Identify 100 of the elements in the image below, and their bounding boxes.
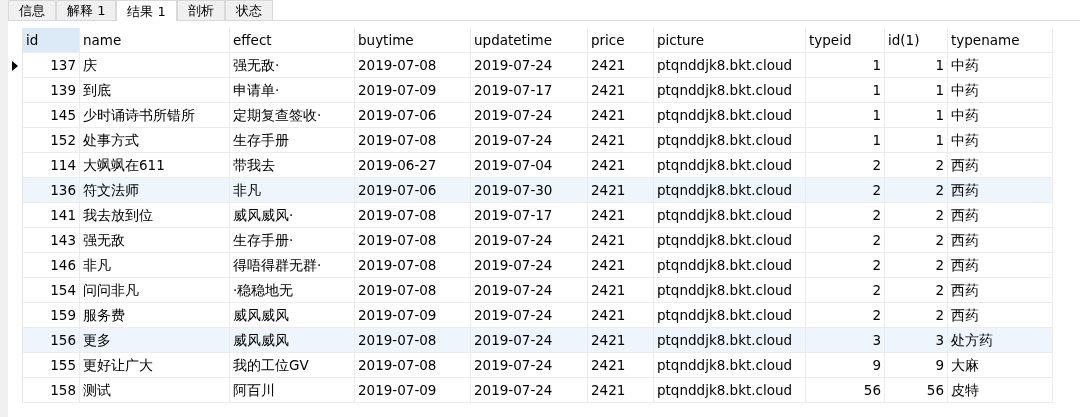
table-cell: ptqnddjk8.bkt.cloud: [654, 128, 806, 153]
table-cell: 强无敌: [80, 228, 230, 253]
table-cell: 2019-07-08: [355, 278, 471, 303]
table-cell: 中药: [948, 128, 1053, 153]
column-header[interactable]: id(1): [885, 28, 948, 53]
table-cell: 非凡: [80, 253, 230, 278]
table-cell: 带我去: [230, 153, 355, 178]
table-cell: 1: [806, 78, 885, 103]
table-cell: ptqnddjk8.bkt.cloud: [654, 328, 806, 353]
table-cell: 2421: [588, 178, 654, 203]
table-cell: 2: [885, 203, 948, 228]
column-header[interactable]: picture: [654, 28, 806, 53]
table-cell: 西药: [948, 303, 1053, 328]
table-cell: 生存手册: [230, 128, 355, 153]
table-cell: 中药: [948, 103, 1053, 128]
table-cell: 处方药: [948, 328, 1053, 353]
table-cell: 56: [885, 378, 948, 403]
tab[interactable]: 状态: [224, 0, 273, 20]
table-cell: 155: [23, 353, 80, 378]
table-cell: 2421: [588, 303, 654, 328]
table-cell: 114: [23, 153, 80, 178]
table-cell: 2421: [588, 53, 654, 78]
table-cell: 136: [23, 178, 80, 203]
table-cell: 非凡: [230, 178, 355, 203]
table-cell: 159: [23, 303, 80, 328]
table-cell: 141: [23, 203, 80, 228]
tab[interactable]: 剖析: [176, 0, 225, 20]
table-cell: ptqnddjk8.bkt.cloud: [654, 153, 806, 178]
column-header[interactable]: typename: [948, 28, 1053, 53]
table-cell: 2: [885, 253, 948, 278]
table-cell: 威风威风·: [230, 203, 355, 228]
table-cell: 2: [806, 278, 885, 303]
table-cell: 2019-07-08: [355, 328, 471, 353]
tab[interactable]: 信息: [8, 0, 56, 20]
table-cell: 2019-07-24: [471, 328, 588, 353]
table-cell: 西药: [948, 228, 1053, 253]
table-cell: 2421: [588, 128, 654, 153]
column-header[interactable]: buytime: [355, 28, 471, 53]
table-cell: 中药: [948, 78, 1053, 103]
table-cell: 2421: [588, 378, 654, 403]
table-cell: 服务费: [80, 303, 230, 328]
table-cell: 处事方式: [80, 128, 230, 153]
table-cell: ptqnddjk8.bkt.cloud: [654, 253, 806, 278]
table-cell: 西药: [948, 153, 1053, 178]
table-cell: 2019-07-08: [355, 53, 471, 78]
table-cell: 9: [885, 353, 948, 378]
table-cell: ptqnddjk8.bkt.cloud: [654, 228, 806, 253]
table-cell: 1: [885, 128, 948, 153]
table-cell: 2: [806, 178, 885, 203]
table-cell: 2019-07-24: [471, 378, 588, 403]
table-cell: 2: [806, 228, 885, 253]
table-cell: 中药: [948, 53, 1053, 78]
table-cell: 到底: [80, 78, 230, 103]
table-cell: 2: [885, 228, 948, 253]
table-cell: 我去放到位: [80, 203, 230, 228]
table-cell: 2: [806, 303, 885, 328]
column-header[interactable]: updatetime: [471, 28, 588, 53]
table-cell: 146: [23, 253, 80, 278]
table-cell: 152: [23, 128, 80, 153]
table-cell: 西药: [948, 203, 1053, 228]
table-cell: 2019-07-09: [355, 378, 471, 403]
table-cell: 皮特: [948, 378, 1053, 403]
table-cell: 西药: [948, 178, 1053, 203]
table-cell: 156: [23, 328, 80, 353]
table-cell: 更多: [80, 328, 230, 353]
table-cell: 大麻: [948, 353, 1053, 378]
table-cell: 2421: [588, 228, 654, 253]
table-cell: 2: [806, 153, 885, 178]
table-cell: ptqnddjk8.bkt.cloud: [654, 178, 806, 203]
column-header[interactable]: typeid: [806, 28, 885, 53]
table-cell: 威风威风: [230, 303, 355, 328]
table-cell: 2019-07-30: [471, 178, 588, 203]
column-header[interactable]: id: [23, 28, 80, 53]
tab[interactable]: 结果 1: [116, 0, 177, 21]
table-cell: 我的工位GV: [230, 353, 355, 378]
table-cell: 2: [806, 253, 885, 278]
table-cell: 139: [23, 78, 80, 103]
column-header[interactable]: effect: [230, 28, 355, 53]
table-cell: 大飒飒在611: [80, 153, 230, 178]
table-cell: 2019-07-06: [355, 103, 471, 128]
table-cell: 1: [885, 53, 948, 78]
table-cell: 2019-07-06: [355, 178, 471, 203]
column-header[interactable]: name: [80, 28, 230, 53]
table-cell: 2019-07-08: [355, 203, 471, 228]
table-cell: 2019-07-04: [471, 153, 588, 178]
table-cell: 56: [806, 378, 885, 403]
table-cell: 2: [885, 278, 948, 303]
table-cell: 2019-07-08: [355, 228, 471, 253]
tab[interactable]: 解释 1: [56, 0, 117, 20]
table-cell: 154: [23, 278, 80, 303]
table-cell: 2019-06-27: [355, 153, 471, 178]
column-header[interactable]: price: [588, 28, 654, 53]
row-pointer-icon: [12, 60, 18, 71]
table-cell: 158: [23, 378, 80, 403]
table-cell: 2019-07-09: [355, 78, 471, 103]
table-cell: ptqnddjk8.bkt.cloud: [654, 303, 806, 328]
table-cell: 2421: [588, 328, 654, 353]
table-cell: ptqnddjk8.bkt.cloud: [654, 53, 806, 78]
table-cell: 2019-07-09: [355, 303, 471, 328]
table-cell: 1: [885, 103, 948, 128]
